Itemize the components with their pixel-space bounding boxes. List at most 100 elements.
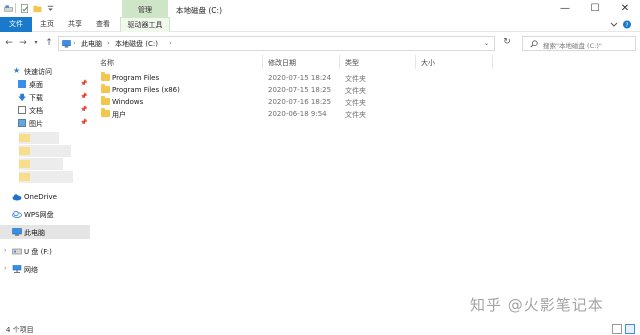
pin-icon[interactable]: 📌 — [80, 80, 87, 87]
sidebar-item-usb-drive[interactable]: › U 盘 (F:) — [0, 245, 90, 258]
blurred-folder-item[interactable] — [19, 132, 59, 144]
tab-home[interactable]: 主页 — [34, 17, 60, 32]
tab-share[interactable]: 共享 — [62, 17, 88, 32]
address-dropdown-icon[interactable]: ⌄ — [484, 40, 489, 47]
sidebar-item-label: 图片 — [29, 120, 43, 128]
address-row: ← → ▾ ↑ › 此电脑 › 本地磁盘 (C:) › ⌄ ↻ 搜索"本地磁盘 … — [0, 32, 640, 54]
column-divider[interactable] — [339, 55, 340, 69]
desktop-icon — [18, 80, 26, 88]
folder-icon — [101, 96, 110, 105]
breadcrumb-local-disk[interactable]: 本地磁盘 (C:) — [115, 39, 158, 49]
watermark: 知乎 @火影笔记本 — [470, 296, 604, 314]
column-divider[interactable] — [415, 55, 416, 69]
address-bar[interactable]: › 此电脑 › 本地磁盘 (C:) › ⌄ — [58, 36, 495, 51]
column-divider[interactable] — [492, 55, 493, 69]
star-icon: ★ — [13, 66, 21, 75]
breadcrumb-separator-icon: › — [169, 39, 172, 47]
computer-icon — [12, 228, 22, 236]
file-row[interactable]: Program Files (x86) 2020-07-15 18:25 文件夹 — [96, 84, 446, 96]
file-type: 文件夹 — [345, 99, 366, 107]
item-count: 4 个项目 — [6, 326, 34, 334]
file-row[interactable]: Program Files 2020-07-15 18:24 文件夹 — [96, 72, 446, 84]
pin-icon[interactable]: 📌 — [80, 106, 87, 113]
file-type: 文件夹 — [345, 87, 366, 95]
breadcrumb-separator-icon: › — [107, 39, 110, 47]
drive-icon — [4, 5, 13, 12]
folder-icon — [101, 108, 110, 117]
file-row[interactable]: Windows 2020-07-16 18:25 文件夹 — [96, 96, 446, 108]
column-header-type[interactable]: 类型 — [345, 58, 359, 68]
sidebar-item-label: 快速访问 — [24, 68, 52, 76]
pin-icon[interactable]: 📌 — [80, 93, 87, 100]
usb-drive-icon — [12, 248, 22, 255]
expand-chevron-icon[interactable]: › — [4, 247, 6, 254]
navigation-pane: ★ 快速访问 桌面 📌 🡇 下载 📌 文档 📌 图片 📌 OneDrive WP… — [0, 56, 90, 323]
context-tab-manage[interactable]: 管理 — [122, 0, 168, 18]
column-header-name[interactable]: 名称 — [100, 58, 114, 68]
file-name: 用户 — [112, 111, 126, 119]
sidebar-item-this-pc[interactable]: 此电脑 — [0, 225, 90, 239]
search-input[interactable]: 搜索"本地磁盘 (C:)" — [522, 36, 636, 51]
recent-locations-icon[interactable]: ▾ — [31, 38, 41, 48]
blurred-folder-item[interactable] — [19, 171, 73, 183]
sidebar-item-pictures[interactable]: 图片 📌 — [0, 117, 90, 130]
maximize-button[interactable]: ☐ — [580, 0, 610, 17]
blurred-folder-item[interactable] — [19, 158, 63, 170]
column-header-date[interactable]: 修改日期 — [268, 58, 296, 68]
large-icons-view-icon[interactable] — [625, 324, 635, 334]
picture-icon — [18, 119, 26, 127]
sidebar-item-downloads[interactable]: 🡇 下载 📌 — [0, 91, 90, 104]
expand-chevron-icon[interactable]: › — [4, 265, 6, 272]
sidebar-item-label: 网络 — [24, 266, 38, 274]
minimize-button[interactable]: — — [550, 0, 580, 17]
file-name: Program Files (x86) — [112, 86, 180, 94]
ribbon-tabs: 文件 主页 共享 查看 驱动器工具 ? — [0, 17, 640, 32]
forward-arrow-icon[interactable]: → — [18, 38, 28, 48]
properties-icon[interactable] — [20, 4, 29, 13]
sidebar-item-network[interactable]: › 网络 — [0, 263, 90, 276]
help-icon[interactable]: ? — [623, 20, 631, 30]
file-name: Program Files — [112, 74, 160, 82]
document-icon — [18, 106, 26, 114]
search-placeholder: 搜索"本地磁盘 (C:)" — [543, 42, 602, 50]
column-divider[interactable] — [262, 55, 263, 69]
computer-icon — [62, 40, 71, 48]
blurred-folder-item[interactable] — [19, 145, 71, 157]
sidebar-item-quick-access[interactable]: ★ 快速访问 — [0, 65, 90, 78]
tab-file[interactable]: 文件 — [0, 17, 32, 32]
sidebar-item-desktop[interactable]: 桌面 📌 — [0, 78, 90, 91]
file-type: 文件夹 — [345, 75, 366, 83]
new-folder-icon[interactable] — [33, 4, 42, 13]
tab-view[interactable]: 查看 — [90, 17, 116, 32]
breadcrumb-this-pc[interactable]: 此电脑 — [81, 39, 102, 49]
file-date: 2020-07-15 18:25 — [268, 86, 332, 94]
column-header-size[interactable]: 大小 — [421, 58, 435, 68]
expand-ribbon-icon[interactable] — [610, 22, 618, 27]
svg-text:?: ? — [625, 22, 628, 29]
file-row[interactable]: 用户 2020-06-18 9:54 文件夹 — [96, 108, 446, 120]
sidebar-item-wps-drive[interactable]: WPS网盘 — [0, 208, 90, 221]
file-date: 2020-06-18 9:54 — [268, 110, 327, 118]
details-view-icon[interactable] — [612, 324, 622, 334]
download-arrow-icon: 🡇 — [18, 93, 27, 102]
cloud-icon — [12, 194, 22, 201]
ribbon-controls: ? — [610, 20, 631, 30]
refresh-icon[interactable]: ↻ — [502, 37, 512, 47]
sidebar-item-label: U 盘 (F:) — [24, 248, 52, 256]
close-button[interactable]: ✕ — [610, 0, 640, 17]
cloud-icon — [12, 210, 22, 218]
network-icon — [12, 265, 22, 273]
sidebar-item-onedrive[interactable]: OneDrive — [0, 191, 90, 204]
back-arrow-icon[interactable]: ← — [4, 38, 14, 48]
pin-icon[interactable]: 📌 — [80, 119, 87, 126]
tab-drive-tools[interactable]: 驱动器工具 — [120, 17, 170, 32]
up-arrow-icon[interactable]: ↑ — [44, 38, 54, 48]
customize-quick-access-icon[interactable] — [46, 4, 55, 13]
divider — [15, 3, 16, 13]
file-date: 2020-07-15 18:24 — [268, 74, 332, 82]
sidebar-item-label: 文档 — [29, 107, 43, 115]
folder-icon — [101, 72, 110, 81]
sidebar-item-documents[interactable]: 文档 📌 — [0, 104, 90, 117]
file-explorer-window: 管理 本地磁盘 (C:) — ☐ ✕ 文件 主页 共享 查看 驱动器工具 ? ←… — [0, 0, 640, 335]
sidebar-item-label: 此电脑 — [24, 229, 45, 237]
